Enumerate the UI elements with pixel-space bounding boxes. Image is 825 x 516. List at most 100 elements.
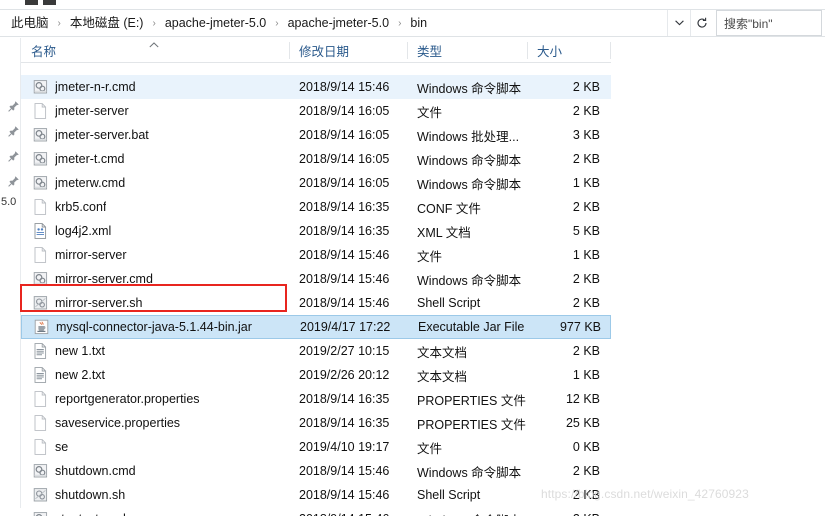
file-date-cell: [289, 63, 407, 75]
column-divider[interactable]: [610, 42, 611, 59]
file-name-label: log4j2.xml: [55, 224, 112, 238]
table-row[interactable]: stoptest.cmd 2018/9/14 15:46Windows 命令脚本2…: [21, 507, 611, 516]
file-date-cell: 2018/9/14 15:46: [299, 248, 390, 262]
table-row[interactable]: mysql-connector-java-5.1.44-bin.jar 2019/…: [21, 315, 611, 339]
file-size-cell: 2 KB: [572, 296, 600, 310]
file-type-cell: PROPERTIES 文件: [417, 417, 526, 432]
file-name-cell[interactable]: mysql-connector-java-5.1.44-bin.jar: [22, 316, 290, 338]
file-name-label: jmeter-t.cmd: [55, 152, 125, 166]
column-header-size[interactable]: 大小: [527, 38, 610, 63]
breadcrumb[interactable]: 此电脑 › 本地磁盘 (E:) › apache-jmeter-5.0 › ap…: [0, 10, 667, 36]
file-type-cell: CONF 文件: [417, 201, 481, 216]
pin-icon[interactable]: [7, 100, 20, 113]
file-name-cell[interactable]: shutdown.sh: [21, 483, 289, 507]
navigation-pane[interactable]: 5.0: [0, 38, 21, 508]
table-row[interactable]: mirror-server.cmd 2018/9/14 15:46 Windows …: [21, 267, 611, 291]
blank-file-icon: [33, 103, 48, 119]
file-name-cell[interactable]: log4j2.xml: [21, 219, 289, 243]
file-type-cell: Shell Script: [417, 296, 481, 310]
search-input[interactable]: 搜索"bin": [716, 10, 822, 36]
file-size-cell: 3 KB: [572, 128, 600, 142]
breadcrumb-item-bin[interactable]: bin: [407, 13, 430, 33]
chevron-down-icon[interactable]: [668, 10, 690, 36]
file-name-label: stoptest.cmd: [55, 512, 126, 516]
file-name-cell[interactable]: saveservice.properties: [21, 411, 289, 435]
file-name-cell[interactable]: jmeter-t.cmd: [21, 147, 289, 171]
file-size-cell: 977 KB: [559, 320, 601, 334]
chevron-up-icon: [149, 41, 159, 51]
breadcrumb-separator-icon: ›: [398, 17, 402, 29]
file-name-label: new 1.txt: [55, 344, 106, 358]
file-name-cell[interactable]: jmeter-server: [21, 99, 289, 123]
table-row[interactable]: jmeter-t.cmd 2018/9/14 16:05 Windows 命令脚本 2…: [21, 147, 611, 171]
shell-icon: [33, 487, 48, 503]
file-name-cell[interactable]: shutdown.cmd: [21, 459, 289, 483]
cmd-icon: [33, 511, 48, 516]
file-name-cell[interactable]: mirror-server.cmd: [21, 267, 289, 291]
cmd-icon: [33, 151, 48, 167]
file-name-label: jmeter-server: [55, 104, 129, 118]
table-row[interactable]: new 2.txt 2019/2/26 20:12 文本文档 1 KB: [21, 363, 611, 387]
file-size-cell: 1 KB: [572, 368, 600, 382]
breadcrumb-item-this-pc[interactable]: 此电脑: [8, 13, 52, 33]
table-row[interactable]: reportgenerator.properties 2018/9/14 16:3…: [21, 387, 611, 411]
file-name-cell[interactable]: krb5.conf: [21, 195, 289, 219]
file-name-cell[interactable]: jmeter-server.bat: [21, 123, 289, 147]
table-row[interactable]: jmeter-n-r.cmd 2018/9/14 15:46 Windows 命令脚…: [21, 75, 611, 99]
address-bar[interactable]: 此电脑 › 本地磁盘 (E:) › apache-jmeter-5.0 › ap…: [0, 9, 825, 37]
blank-file-icon: [33, 439, 48, 455]
file-name-label: jmeter-server.bat: [55, 128, 149, 142]
table-row[interactable]: shutdown.cmd 2018/9/14 15:46 Windows 命令脚本 2…: [21, 459, 611, 483]
file-name-cell[interactable]: jmeter-n-r.cmd: [21, 75, 289, 99]
file-name-cell[interactable]: new 2.txt: [21, 363, 289, 387]
cmd-icon: [33, 175, 48, 191]
nav-item-label-clipped[interactable]: 5.0: [1, 196, 16, 208]
file-size-cell: 2 KB: [572, 104, 600, 118]
file-date-cell: 2018/9/14 15:46: [299, 272, 390, 286]
pin-icon[interactable]: [7, 125, 20, 138]
column-header-type[interactable]: 类型: [407, 38, 527, 63]
file-date-cell: 2018/9/14 16:05: [299, 128, 390, 142]
file-icon: [33, 63, 48, 75]
table-row[interactable]: log4j2.xml 2018/9/14 16:35 XML 文档 5 KB: [21, 219, 611, 243]
table-row[interactable]: krb5.conf 2018/9/14 16:35 CONF 文件 2 KB: [21, 195, 611, 219]
file-list[interactable]: jmeter-n-r.cmd 2018/9/14 15:46 Windows 命令脚…: [21, 63, 611, 516]
breadcrumb-item-drive-e[interactable]: 本地磁盘 (E:): [67, 13, 147, 33]
table-row[interactable]: jmeterw.cmd 2018/9/14 16:05 Windows 命令脚本 1 …: [21, 171, 611, 195]
table-row[interactable]: saveservice.properties 2018/9/14 16:35 PRO…: [21, 411, 611, 435]
file-name-cell[interactable]: reportgenerator.properties: [21, 387, 289, 411]
breadcrumb-item-jmeter-inner[interactable]: apache-jmeter-5.0: [285, 13, 392, 33]
file-size-cell: 12 KB: [565, 392, 600, 406]
file-name-cell[interactable]: mirror-server.sh: [21, 291, 289, 315]
table-row[interactable]: jmeter-server.bat 2018/9/14 16:05 Windows …: [21, 123, 611, 147]
file-size-cell: 1 KB: [572, 248, 600, 262]
column-header-date-modified[interactable]: 修改日期: [289, 38, 407, 63]
table-row[interactable]: [21, 63, 611, 75]
file-name-label: new 2.txt: [55, 368, 106, 382]
file-name-cell[interactable]: stoptest.cmd: [21, 507, 289, 516]
file-name-cell[interactable]: new 1.txt: [21, 339, 289, 363]
table-row[interactable]: mirror-server 2018/9/14 15:46 文件 1 KB: [21, 243, 611, 267]
table-row[interactable]: mirror-server.sh 2018/9/14 15:46 Shell Scr…: [21, 291, 611, 315]
table-row[interactable]: new 1.txt 2019/2/27 10:15 文本文档 2 KB: [21, 339, 611, 363]
pin-icon[interactable]: [7, 175, 20, 188]
breadcrumb-separator-icon: ›: [275, 17, 279, 29]
ribbon-button-icon[interactable]: [43, 0, 56, 5]
file-size-cell: 2 KB: [527, 507, 609, 516]
file-name-cell[interactable]: mirror-server: [21, 243, 289, 267]
file-type-cell: Windows 命令脚本: [417, 81, 522, 96]
refresh-icon[interactable]: [690, 10, 712, 36]
file-name-cell[interactable]: jmeterw.cmd: [21, 171, 289, 195]
file-name-cell[interactable]: se: [21, 435, 289, 459]
cmd-icon: [33, 271, 48, 287]
table-row[interactable]: shutdown.sh 2018/9/14 15:46 Shell Script 2 …: [21, 483, 611, 507]
watermark-text: https://blog.csdn.net/weixin_42760923: [541, 487, 749, 501]
table-row[interactable]: jmeter-server 2018/9/14 16:05 文件 2 KB: [21, 99, 611, 123]
ribbon-button-icon[interactable]: [25, 0, 38, 5]
file-type-cell: Windows 批处理...: [417, 129, 520, 144]
pin-icon[interactable]: [7, 150, 20, 163]
breadcrumb-item-jmeter-outer[interactable]: apache-jmeter-5.0: [162, 13, 269, 33]
file-type-cell: Windows 命令脚本: [407, 507, 527, 516]
table-row[interactable]: se 2019/4/10 19:17 文件 0 KB: [21, 435, 611, 459]
file-name-cell[interactable]: [21, 63, 289, 75]
